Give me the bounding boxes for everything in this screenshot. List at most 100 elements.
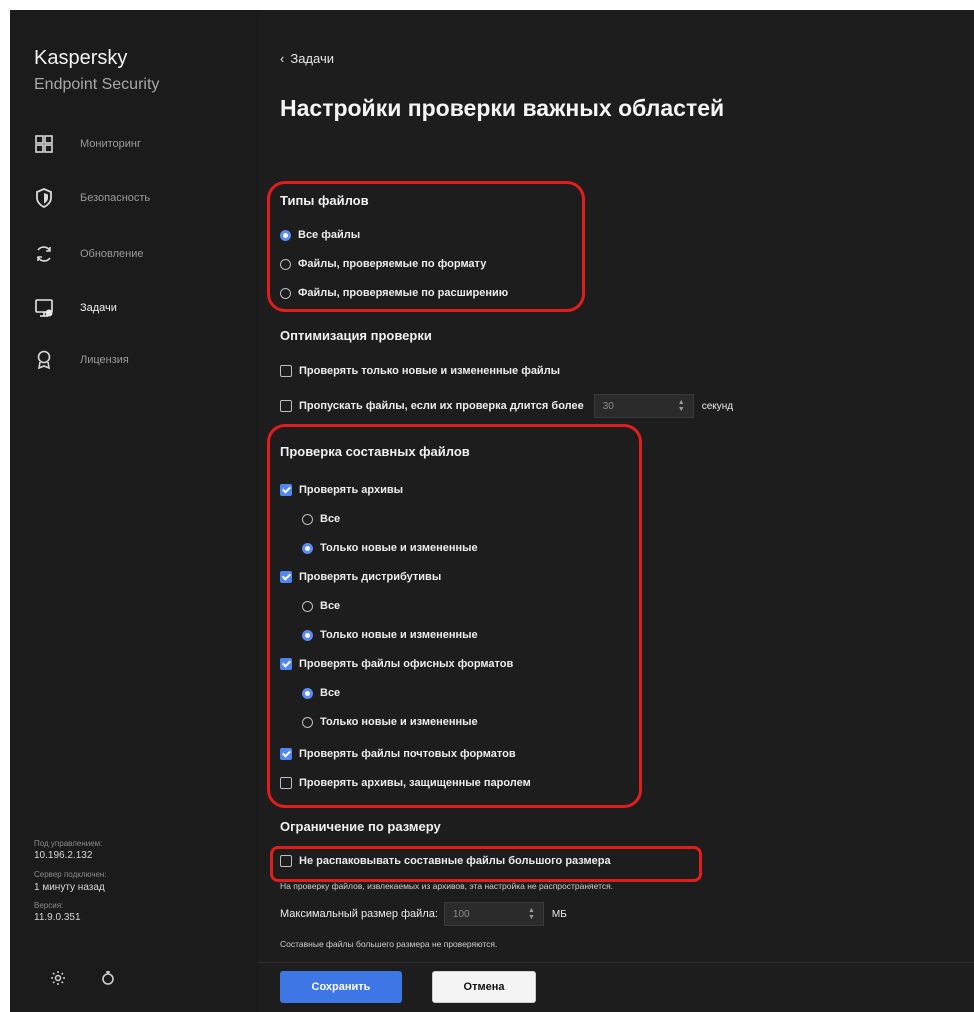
max-size-unit: МБ bbox=[551, 908, 567, 920]
checkbox-indicator bbox=[280, 777, 292, 789]
max-size-row: Максимальный размер файла: 100 ▲ ▼ МБ bbox=[280, 902, 567, 926]
checkbox-indicator bbox=[280, 855, 292, 867]
checkbox-label: Проверять архивы bbox=[299, 484, 404, 496]
checkbox-mail[interactable]: Проверять файлы почтовых форматов bbox=[280, 748, 516, 760]
optimization-header: Оптимизация проверки bbox=[280, 328, 432, 343]
footer-bar: Сохранить Отмена bbox=[258, 962, 974, 1012]
checkbox-label: Не распаковывать составные файлы большог… bbox=[299, 855, 611, 867]
back-link-label: Задачи bbox=[290, 51, 334, 66]
sidebar-item-tasks[interactable]: Задачи bbox=[32, 294, 252, 322]
managed-value: 10.196.2.132 bbox=[34, 850, 93, 861]
spin-value: 100 bbox=[452, 908, 470, 920]
radio-distrib-new[interactable]: Только новые и измененные bbox=[302, 629, 478, 641]
radio-indicator bbox=[280, 287, 291, 299]
compound-header: Проверка составных файлов bbox=[280, 444, 470, 459]
sidebar-item-label: Обновление bbox=[80, 248, 144, 260]
sidebar-item-security[interactable]: Безопасность bbox=[32, 184, 252, 212]
size-hint-archives: На проверку файлов, извлекаемых из архив… bbox=[280, 881, 614, 891]
radio-indicator bbox=[302, 687, 313, 699]
checkbox-label: Пропускать файлы, если их проверка длитс… bbox=[299, 400, 584, 412]
checkbox-label: Проверять дистрибутивы bbox=[299, 571, 442, 583]
radio-label: Файлы, проверяемые по расширению bbox=[298, 287, 509, 299]
size-limit-header: Ограничение по размеру bbox=[280, 819, 441, 834]
radio-label: Только новые и измененные bbox=[320, 542, 478, 554]
sidebar: Kaspersky Endpoint Security Мониторинг Б… bbox=[10, 10, 258, 1012]
main-panel: ‹ Задачи Настройки проверки важных област… bbox=[258, 10, 974, 1012]
checkbox-label: Проверять файлы почтовых форматов bbox=[299, 748, 516, 760]
radio-indicator bbox=[302, 600, 313, 612]
radio-office-new[interactable]: Только новые и измененные bbox=[302, 716, 478, 728]
spin-arrows-icon[interactable]: ▲ ▼ bbox=[528, 907, 535, 921]
radio-all-files[interactable]: Все файлы bbox=[280, 229, 360, 241]
spin-value: 30 bbox=[602, 400, 614, 412]
sidebar-item-label: Лицензия bbox=[80, 354, 129, 366]
sidebar-item-label: Безопасность bbox=[80, 192, 151, 204]
cancel-button[interactable]: Отмена bbox=[432, 971, 536, 1003]
checkbox-distrib[interactable]: Проверять дистрибутивы bbox=[280, 571, 441, 583]
checkbox-label: Проверять только новые и измененные файл… bbox=[299, 365, 561, 377]
server-label: Сервер подключен: bbox=[34, 870, 107, 879]
checkbox-indicator bbox=[280, 658, 292, 670]
radio-label: Все bbox=[320, 513, 341, 525]
support-icon[interactable] bbox=[98, 968, 118, 988]
checkbox-indicator bbox=[280, 365, 292, 377]
checkbox-office[interactable]: Проверять файлы офисных форматов bbox=[280, 658, 513, 670]
sidebar-item-label: Задачи bbox=[80, 302, 117, 314]
radio-indicator bbox=[302, 629, 313, 641]
radio-label: Только новые и измененные bbox=[320, 716, 478, 728]
skip-unit: секунд bbox=[701, 400, 734, 412]
radio-by-format[interactable]: Файлы, проверяемые по формату bbox=[280, 258, 486, 270]
checkbox-label: Проверять файлы офисных форматов bbox=[299, 658, 514, 670]
monitoring-grid-icon bbox=[32, 132, 56, 156]
radio-label: Все bbox=[320, 687, 341, 699]
refresh-icon bbox=[32, 242, 56, 266]
license-medal-icon bbox=[32, 348, 56, 372]
back-link[interactable]: ‹ Задачи bbox=[280, 51, 334, 66]
radio-archives-all[interactable]: Все bbox=[302, 513, 340, 525]
checkbox-label: Проверять архивы, защищенные паролем bbox=[299, 777, 531, 789]
managed-label: Под управлением: bbox=[34, 839, 103, 848]
max-size-input[interactable]: 100 ▲ ▼ bbox=[443, 902, 544, 926]
chevron-left-icon: ‹ bbox=[280, 51, 285, 66]
radio-label: Все bbox=[320, 600, 341, 612]
radio-indicator bbox=[302, 716, 313, 728]
checkbox-archives[interactable]: Проверять архивы bbox=[280, 484, 403, 496]
sidebar-item-label: Мониторинг bbox=[80, 138, 142, 150]
checkbox-skip-long[interactable]: Пропускать файлы, если их проверка длитс… bbox=[280, 394, 733, 418]
save-button[interactable]: Сохранить bbox=[280, 971, 402, 1003]
brand-product: Endpoint Security bbox=[34, 76, 160, 93]
settings-gear-icon[interactable] bbox=[48, 968, 68, 988]
radio-label: Все файлы bbox=[298, 229, 361, 241]
app-window: ? – × Kaspersky Endpoint Security Монито… bbox=[10, 10, 974, 1012]
skip-seconds-input[interactable]: 30 ▲ ▼ bbox=[593, 394, 694, 418]
radio-office-all[interactable]: Все bbox=[302, 687, 340, 699]
radio-indicator bbox=[280, 258, 291, 270]
radio-indicator bbox=[280, 229, 291, 241]
size-hint-larger: Составные файлы большего размера не пров… bbox=[280, 939, 498, 949]
checkbox-indicator bbox=[280, 400, 292, 412]
radio-label: Только новые и измененные bbox=[320, 629, 478, 641]
server-value: 1 минуту назад bbox=[34, 882, 105, 893]
checkbox-no-unpack[interactable]: Не распаковывать составные файлы большог… bbox=[280, 855, 611, 867]
radio-indicator bbox=[302, 513, 313, 525]
sidebar-item-monitoring[interactable]: Мониторинг bbox=[32, 130, 252, 158]
version-value: 11.9.0.351 bbox=[34, 912, 81, 923]
brand-name: Kaspersky bbox=[34, 47, 128, 69]
radio-by-extension[interactable]: Файлы, проверяемые по расширению bbox=[280, 287, 508, 299]
radio-archives-new[interactable]: Только новые и измененные bbox=[302, 542, 478, 554]
checkbox-indicator bbox=[280, 571, 292, 583]
radio-label: Файлы, проверяемые по формату bbox=[298, 258, 487, 270]
max-size-label: Максимальный размер файла: bbox=[280, 908, 438, 920]
sidebar-item-license[interactable]: Лицензия bbox=[32, 346, 252, 374]
radio-distrib-all[interactable]: Все bbox=[302, 600, 340, 612]
checkbox-indicator bbox=[280, 748, 292, 760]
shield-icon bbox=[32, 186, 56, 210]
checkbox-protected[interactable]: Проверять архивы, защищенные паролем bbox=[280, 777, 531, 789]
tasks-icon bbox=[32, 296, 56, 320]
spin-arrows-icon[interactable]: ▲ ▼ bbox=[678, 399, 685, 413]
radio-indicator bbox=[302, 542, 313, 554]
sidebar-item-update[interactable]: Обновление bbox=[32, 240, 252, 268]
page-title: Настройки проверки важных областей bbox=[280, 95, 725, 121]
file-types-header: Типы файлов bbox=[280, 193, 369, 208]
checkbox-only-new[interactable]: Проверять только новые и измененные файл… bbox=[280, 365, 560, 377]
